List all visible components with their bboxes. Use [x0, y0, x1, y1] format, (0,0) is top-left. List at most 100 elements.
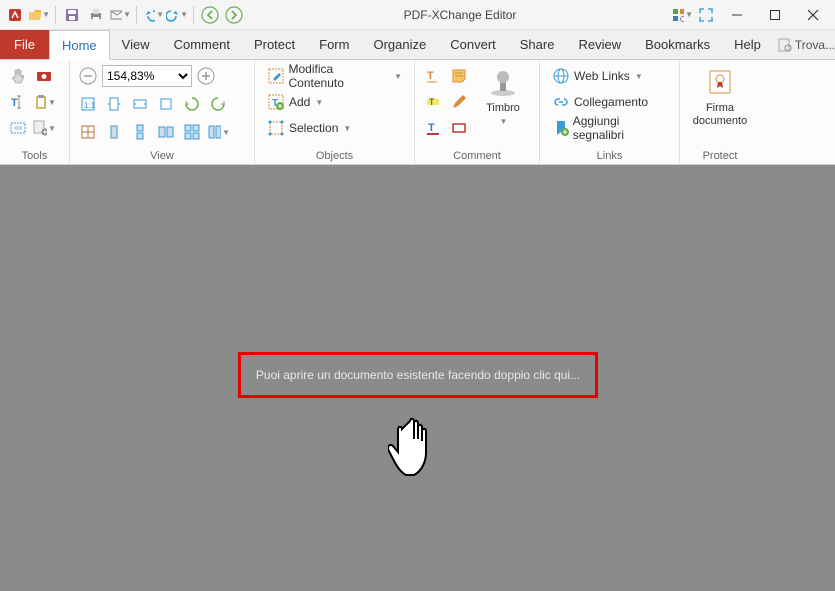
zoom-in-button[interactable]	[194, 64, 218, 88]
actual-size-button[interactable]: 1:1	[76, 92, 100, 116]
find-icon	[777, 37, 793, 53]
grid-button[interactable]	[76, 120, 100, 144]
stamp-icon	[486, 66, 520, 100]
file-tab[interactable]: File	[0, 30, 49, 59]
tab-convert[interactable]: Convert	[438, 30, 508, 59]
clipboard-button[interactable]: ▼	[32, 90, 56, 114]
undo-button[interactable]: ▼	[142, 4, 164, 26]
nav-back-button[interactable]	[199, 4, 221, 26]
tab-help[interactable]: Help	[722, 30, 773, 59]
title-bar: ▼ ▼ ▼ ▼ PDF-XChange Editor ▼	[0, 0, 835, 30]
web-links-button[interactable]: Web Links ▼	[546, 64, 649, 88]
dropdown-indicator-icon: ▼	[42, 10, 50, 19]
add-bookmarks-button[interactable]: Aggiungi segnalibri	[546, 116, 673, 140]
ui-options-button[interactable]: ▼	[671, 4, 693, 26]
selection-button[interactable]: Selection ▼	[261, 116, 357, 140]
tab-review[interactable]: Review	[566, 30, 633, 59]
svg-text:T: T	[428, 122, 435, 134]
ribbon-group-label: Comment	[421, 149, 533, 163]
svg-text:T: T	[11, 97, 18, 109]
typewriter-button[interactable]: T	[421, 64, 445, 88]
edit-content-button[interactable]: Modifica Contenuto ▼	[261, 64, 408, 88]
two-pages-button[interactable]	[154, 120, 178, 144]
quick-access-toolbar: ▼ ▼ ▼ ▼	[0, 4, 249, 26]
ribbon-group-label: Tools	[6, 149, 63, 163]
document-area[interactable]: Puoi aprire un documento esistente facen…	[0, 165, 835, 591]
redo-button[interactable]: ▼	[166, 4, 188, 26]
find-label: Trova...	[795, 38, 835, 52]
rotate-ccw-button[interactable]	[180, 92, 204, 116]
minimize-button[interactable]	[719, 2, 755, 28]
ribbon-group-tools: T ▼ ▼ Tools	[0, 60, 70, 164]
hand-tool-button[interactable]	[6, 64, 30, 88]
globe-icon	[552, 67, 570, 85]
snapshot-tool-button[interactable]	[32, 64, 56, 88]
sticky-note-button[interactable]	[447, 64, 471, 88]
tab-organize[interactable]: Organize	[361, 30, 438, 59]
save-button[interactable]	[61, 4, 83, 26]
app-title: PDF-XChange Editor	[249, 8, 671, 22]
nav-forward-button[interactable]	[223, 4, 245, 26]
dropdown-indicator-icon: ▼	[343, 124, 351, 133]
certificate-icon	[703, 66, 737, 100]
link-icon	[552, 93, 570, 111]
email-button[interactable]: ▼	[109, 4, 131, 26]
ribbon-group-comment: T T T Timbro▼ Comment	[415, 60, 540, 164]
select-text-tool-button[interactable]: T	[6, 90, 30, 114]
open-document-hint[interactable]: Puoi aprire un documento esistente facen…	[238, 352, 598, 398]
ribbon-group-protect: Firma documento Protect	[680, 60, 760, 164]
title-bar-right: ▼	[671, 2, 835, 28]
dropdown-indicator-icon: ▼	[315, 98, 323, 107]
dropdown-indicator-icon: ▼	[222, 128, 230, 137]
dropdown-indicator-icon: ▼	[48, 124, 56, 133]
open-button[interactable]: ▼	[28, 4, 50, 26]
app-icon[interactable]	[4, 4, 26, 26]
underline-button[interactable]: T	[421, 116, 445, 140]
svg-text:T: T	[429, 97, 435, 107]
maximize-button[interactable]	[757, 2, 793, 28]
separator	[55, 6, 56, 24]
fit-page-button[interactable]	[102, 92, 126, 116]
find-button[interactable]: Trova...	[773, 35, 835, 55]
highlight-button[interactable]: T	[421, 90, 445, 114]
svg-text:T: T	[427, 70, 434, 82]
tab-home[interactable]: Home	[49, 30, 110, 60]
tab-view[interactable]: View	[110, 30, 162, 59]
ribbon-group-view: 154,83% 1:1 ▼ View	[70, 60, 255, 164]
rotate-cw-button[interactable]	[206, 92, 230, 116]
single-page-button[interactable]	[102, 120, 126, 144]
stamp-button[interactable]: Timbro▼	[474, 64, 532, 129]
dropdown-indicator-icon: ▼	[180, 10, 188, 19]
zoom-out-button[interactable]	[76, 64, 100, 88]
fullscreen-button[interactable]	[695, 4, 717, 26]
pencil-button[interactable]	[447, 90, 471, 114]
dropdown-indicator-icon: ▼	[635, 72, 643, 81]
tab-protect[interactable]: Protect	[242, 30, 307, 59]
zoom-level-select[interactable]: 154,83%	[102, 65, 192, 87]
link-button[interactable]: Collegamento	[546, 90, 654, 114]
tab-bookmarks[interactable]: Bookmarks	[633, 30, 722, 59]
close-button[interactable]	[795, 2, 831, 28]
continuous-page-button[interactable]	[128, 120, 152, 144]
add-text-icon: T	[267, 93, 285, 111]
page-layout-menu-button[interactable]: ▼	[206, 120, 230, 144]
fit-width-button[interactable]	[128, 92, 152, 116]
add-button[interactable]: T Add ▼	[261, 90, 329, 114]
tab-comment[interactable]: Comment	[162, 30, 242, 59]
tab-share[interactable]: Share	[508, 30, 567, 59]
ribbon-group-label: Links	[546, 149, 673, 163]
edit-form-tool-button[interactable]	[6, 116, 30, 140]
rectangle-button[interactable]	[447, 116, 471, 140]
dropdown-indicator-icon: ▼	[156, 10, 164, 19]
ribbon-group-label: Protect	[686, 149, 754, 163]
sign-document-button[interactable]: Firma documento	[686, 64, 754, 129]
open-document-hint-text: Puoi aprire un documento esistente facen…	[256, 368, 580, 382]
two-pages-continuous-button[interactable]	[180, 120, 204, 144]
fit-visible-button[interactable]	[154, 92, 178, 116]
print-button[interactable]	[85, 4, 107, 26]
format-tool-button[interactable]: ▼	[32, 116, 56, 140]
dropdown-indicator-icon: ▼	[685, 10, 693, 19]
ribbon-group-links: Web Links ▼ Collegamento Aggiungi segnal…	[540, 60, 680, 164]
tab-form[interactable]: Form	[307, 30, 361, 59]
dropdown-indicator-icon: ▼	[123, 10, 131, 19]
